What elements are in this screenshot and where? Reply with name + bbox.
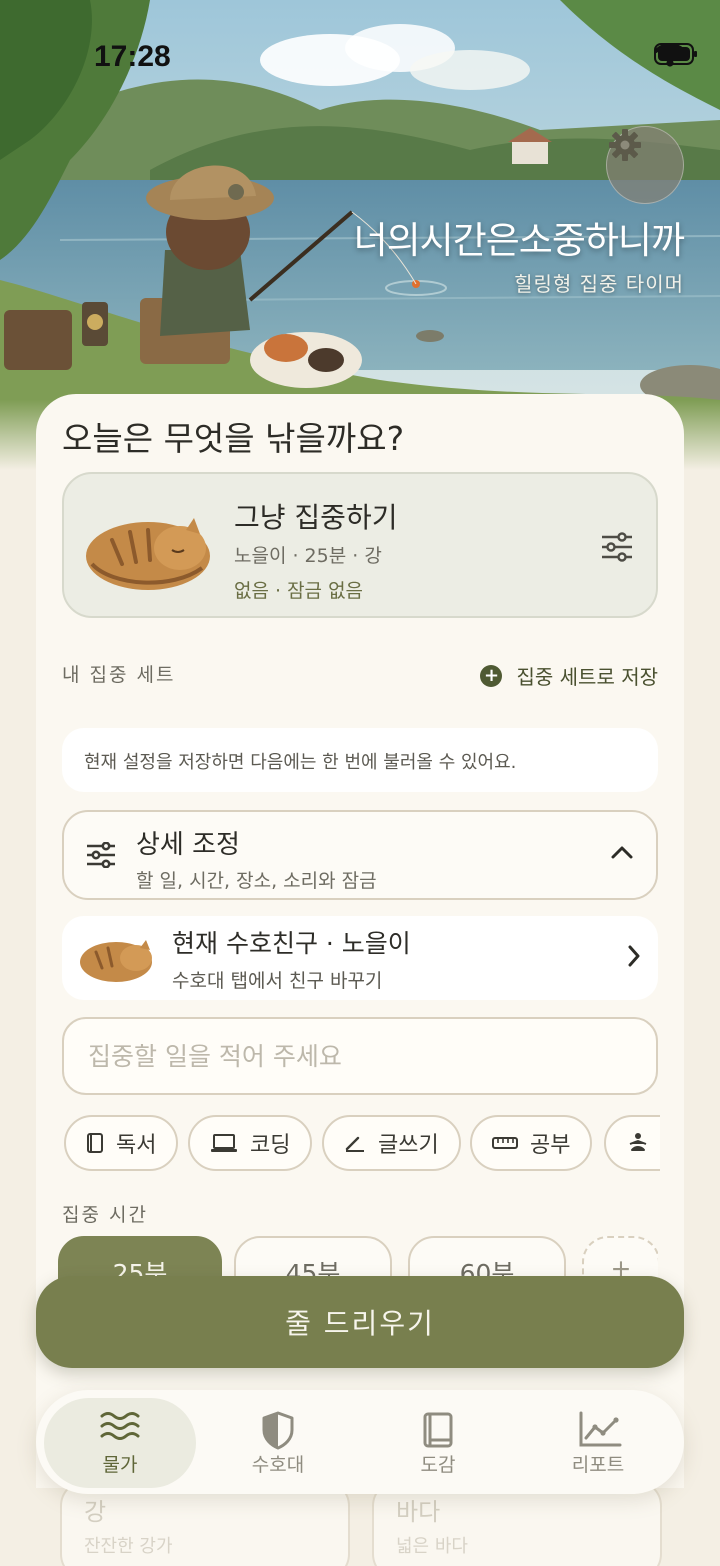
task-input[interactable] <box>62 1017 658 1095</box>
chip-reading[interactable]: 독서 <box>64 1115 179 1171</box>
cast-line-button[interactable]: 줄 드리우기 <box>36 1276 684 1368</box>
chevron-up-icon <box>611 846 633 859</box>
tab-waterside[interactable]: 물가 <box>44 1398 196 1488</box>
meditation-icon <box>629 1133 647 1151</box>
chip-coding[interactable]: 코딩 <box>188 1115 313 1171</box>
tab-label: 도감 <box>420 1454 456 1476</box>
tab-guardians[interactable]: 수호대 <box>202 1398 354 1488</box>
save-set-label: 집중 세트로 저장 <box>516 665 658 689</box>
ruler-icon <box>492 1137 518 1149</box>
chevron-right-icon <box>628 945 640 967</box>
preset-meta: 노을이 · 25분 · 강 <box>234 545 382 567</box>
sleeping-cat-icon <box>80 940 152 982</box>
shield-icon <box>262 1411 294 1450</box>
category-chips: 독서 코딩 글쓰기 공부 <box>64 1115 660 1173</box>
status-time: 17:28 <box>94 40 171 73</box>
place-title: 강 <box>84 1498 107 1526</box>
current-preset-card[interactable]: 그냥 집중하기 노을이 · 25분 · 강 없음 · 잠금 없음 <box>62 472 658 618</box>
page-title: 오늘은 무엇을 낚을까요? <box>62 419 405 458</box>
chip-study[interactable]: 공부 <box>470 1115 593 1171</box>
guardian-row[interactable]: 현재 수호친구 · 노을이 수호대 탭에서 친구 바꾸기 <box>62 916 658 1000</box>
gear-icon <box>609 129 641 161</box>
hero-subtitle: 힐링형 집중 타이머 <box>514 272 684 296</box>
laptop-icon <box>211 1134 237 1152</box>
pencil-icon <box>345 1136 364 1152</box>
chip-meditation[interactable] <box>604 1115 660 1171</box>
place-subtitle: 넓은 바다 <box>396 1536 468 1557</box>
waves-icon <box>100 1412 140 1440</box>
battery-icon <box>654 43 697 65</box>
chip-label: 독서 <box>116 1133 157 1158</box>
chip-label: 글쓰기 <box>378 1133 439 1158</box>
book-icon <box>423 1412 453 1448</box>
preset-title: 그냥 집중하기 <box>234 501 398 534</box>
sliders-icon[interactable] <box>600 532 634 562</box>
chip-label: 코딩 <box>250 1133 291 1158</box>
chart-icon <box>579 1411 622 1447</box>
detail-subtitle: 할 일, 시간, 장소, 소리와 잠금 <box>136 870 377 892</box>
hint-box: 현재 설정을 저장하면 다음에는 한 번에 불러올 수 있어요. <box>62 728 658 792</box>
plus-icon: + <box>480 664 503 687</box>
tab-collection[interactable]: 도감 <box>362 1398 514 1488</box>
settings-button[interactable] <box>606 126 684 204</box>
save-set-button[interactable]: + 집중 세트로 저장 <box>480 661 658 690</box>
chip-label: 공부 <box>530 1133 571 1158</box>
guardian-subtitle: 수호대 탭에서 친구 바꾸기 <box>172 970 383 992</box>
sliders-icon <box>87 842 115 868</box>
hint-text: 현재 설정을 저장하면 다음에는 한 번에 불러올 수 있어요. <box>84 752 517 773</box>
place-subtitle: 잔잔한 강가 <box>84 1536 173 1557</box>
tab-report[interactable]: 리포트 <box>522 1398 674 1488</box>
my-sets-label: 내 집중 세트 <box>62 664 176 686</box>
detail-title: 상세 조정 <box>136 830 240 860</box>
chip-writing[interactable]: 글쓰기 <box>322 1115 461 1171</box>
sleeping-cat-icon <box>86 518 210 590</box>
preset-meta: 없음 · 잠금 없음 <box>234 580 364 602</box>
guardian-title: 현재 수호친구 · 노을이 <box>172 929 411 958</box>
tab-bar: 물가 수호대 도감 리포트 <box>36 1390 684 1494</box>
tab-label: 물가 <box>102 1454 138 1476</box>
duration-label: 집중 시간 <box>62 1204 148 1226</box>
tab-label: 리포트 <box>571 1454 625 1476</box>
hero-title: 너의시간은소중하니까 <box>353 219 685 262</box>
place-title: 바다 <box>396 1498 441 1526</box>
book-icon <box>87 1133 103 1153</box>
tab-label: 수호대 <box>251 1454 305 1476</box>
detail-settings-toggle[interactable]: 상세 조정 할 일, 시간, 장소, 소리와 잠금 <box>62 810 658 900</box>
